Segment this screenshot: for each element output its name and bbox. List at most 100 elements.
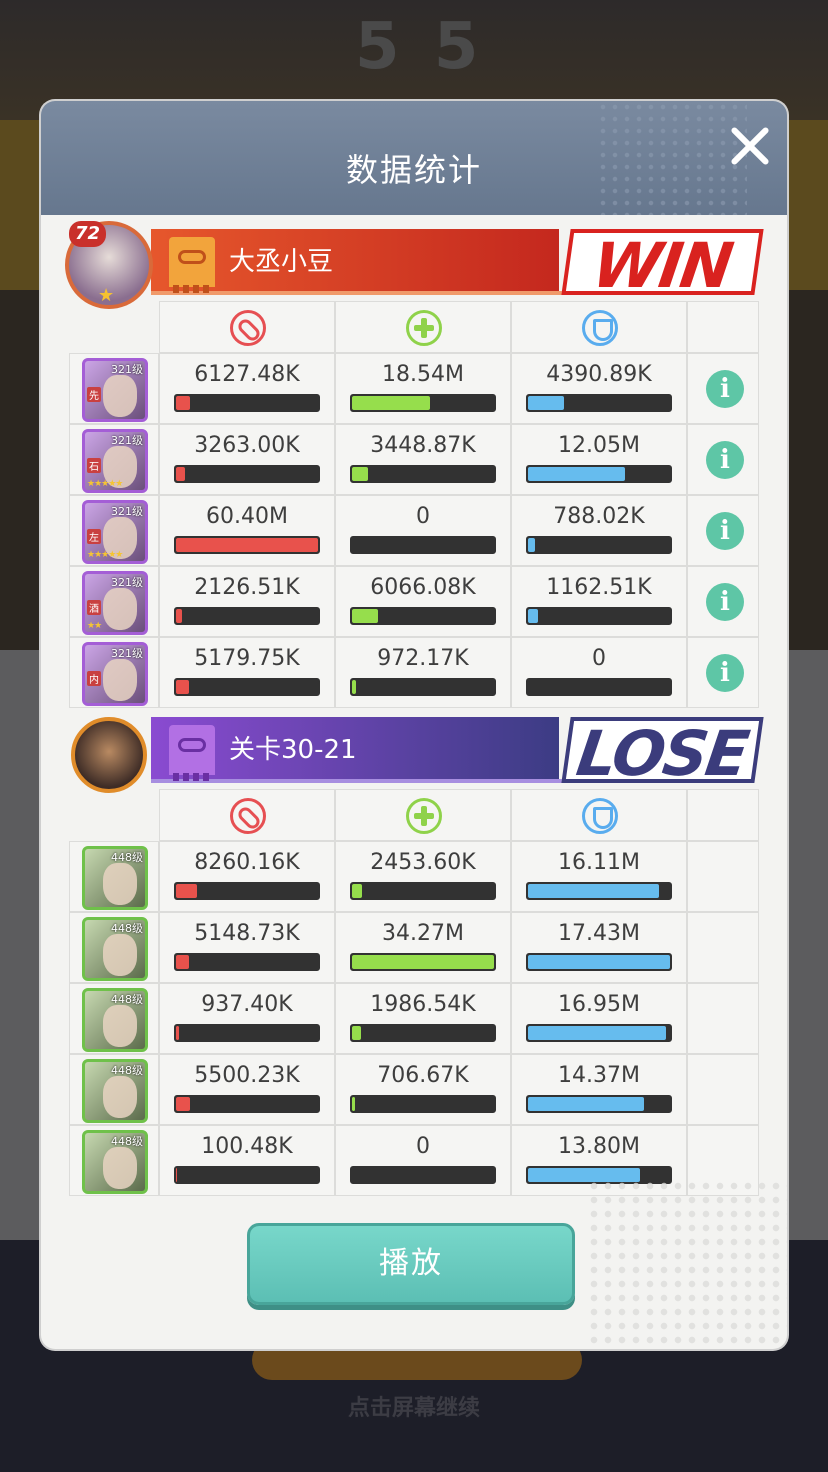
tank-bar-fill <box>528 1097 645 1111</box>
damage-value: 5179.75K <box>194 646 300 671</box>
info-icon[interactable]: i <box>706 654 744 692</box>
tank-cell: 16.11M <box>511 841 687 912</box>
hero-tag: 酒 <box>87 600 101 615</box>
damage-bar <box>174 953 320 971</box>
heal-bar-fill <box>352 1097 355 1111</box>
tank-bar-fill <box>528 955 670 969</box>
tank-bar-fill <box>528 884 659 898</box>
hero-avatar[interactable]: 321级内 <box>82 642 148 706</box>
heal-bar <box>350 678 496 696</box>
tank-value: 13.80M <box>558 1134 640 1159</box>
hero-avatar[interactable]: 448级 <box>82 846 148 910</box>
damage-bar <box>174 1095 320 1113</box>
hero-avatar[interactable]: 321级左 ★★★★★ <box>82 500 148 564</box>
background-hint: 点击屏幕继续 <box>347 1396 480 1421</box>
tank-bar-fill <box>528 396 564 410</box>
info-icon[interactable]: i <box>706 583 744 621</box>
damage-cell: 5148.73K <box>159 912 335 983</box>
tank-value: 16.11M <box>558 850 640 875</box>
tank-bar <box>526 465 672 483</box>
heal-cell: 0 <box>335 495 511 566</box>
hero-cell: 448级 <box>69 841 159 912</box>
hero-cell: 321级先 <box>69 353 159 424</box>
damage-value: 5148.73K <box>194 921 300 946</box>
tank-cell: 12.05M <box>511 424 687 495</box>
hero-tag: 内 <box>87 671 101 686</box>
player-star-icon: ★ <box>98 285 115 306</box>
hero-avatar[interactable]: 448级 <box>82 917 148 981</box>
hero-avatar[interactable]: 321级先 <box>82 358 148 422</box>
tank-bar-fill <box>528 609 538 623</box>
play-button[interactable]: 播放 <box>247 1223 575 1305</box>
damage-bar <box>174 607 320 625</box>
heal-bar <box>350 465 496 483</box>
tank-bar <box>526 1095 672 1113</box>
info-cell <box>687 912 759 983</box>
damage-value: 60.40M <box>206 504 288 529</box>
tank-value: 788.02K <box>553 504 645 529</box>
hero-face <box>103 934 137 976</box>
heal-bar <box>350 1024 496 1042</box>
damage-cell: 937.40K <box>159 983 335 1054</box>
info-cell: i <box>687 495 759 566</box>
hero-cell: 448级 <box>69 1054 159 1125</box>
info-icon[interactable]: i <box>706 370 744 408</box>
heal-bar <box>350 536 496 554</box>
hero-avatar[interactable]: 448级 <box>82 1059 148 1123</box>
tank-bar <box>526 607 672 625</box>
hero-cell: 448级 <box>69 1125 159 1196</box>
hero-stars: ★★★★★ <box>87 550 123 560</box>
header-cell <box>159 301 335 353</box>
shield-icon <box>582 798 618 834</box>
hero-face <box>103 588 137 630</box>
hero-face <box>103 659 137 701</box>
close-icon[interactable] <box>725 121 775 171</box>
heal-bar-fill <box>352 884 362 898</box>
sword-icon <box>230 798 266 834</box>
damage-bar <box>174 394 320 412</box>
damage-cell: 5179.75K <box>159 637 335 708</box>
hero-cell: 321级石 ★★★★★ <box>69 424 159 495</box>
damage-bar <box>174 465 320 483</box>
hero-cell: 448级 <box>69 912 159 983</box>
info-cell: i <box>687 353 759 424</box>
damage-bar-fill <box>176 680 189 694</box>
tank-bar-fill <box>528 1026 666 1040</box>
damage-bar <box>174 536 320 554</box>
damage-cell: 100.48K <box>159 1125 335 1196</box>
hero-avatar[interactable]: 448级 <box>82 988 148 1052</box>
hero-avatar[interactable]: 448级 <box>82 1130 148 1194</box>
player-level-badge: 72 <box>69 221 107 247</box>
background-score: 5 5 <box>355 10 485 84</box>
tank-bar <box>526 1024 672 1042</box>
heal-value: 0 <box>416 1134 430 1159</box>
heal-value: 706.67K <box>377 1063 469 1088</box>
hero-level: 448级 <box>111 993 143 1006</box>
hero-avatar[interactable]: 321级石 ★★★★★ <box>82 429 148 493</box>
damage-bar-fill <box>176 467 185 481</box>
tank-value: 12.05M <box>558 433 640 458</box>
info-icon[interactable]: i <box>706 441 744 479</box>
heal-value: 972.17K <box>377 646 469 671</box>
hero-avatar[interactable]: 321级酒 ★★ <box>82 571 148 635</box>
hero-face <box>103 375 137 417</box>
damage-value: 100.48K <box>201 1134 293 1159</box>
hero-cell: 321级内 <box>69 637 159 708</box>
damage-cell: 8260.16K <box>159 841 335 912</box>
heal-value: 0 <box>416 504 430 529</box>
damage-cell: 5500.23K <box>159 1054 335 1125</box>
hero-tag: 石 <box>87 458 101 473</box>
tank-value: 16.95M <box>558 992 640 1017</box>
team2-banner-underline <box>151 779 569 783</box>
hero-level: 321级 <box>111 505 143 518</box>
win-badge: WIN <box>561 229 764 302</box>
modal-header: 数据统计 <box>41 101 787 215</box>
damage-cell: 3263.00K <box>159 424 335 495</box>
hero-level: 321级 <box>111 434 143 447</box>
damage-bar-fill <box>176 1026 179 1040</box>
damage-bar-fill <box>176 955 189 969</box>
heal-bar-fill <box>352 609 378 623</box>
info-icon[interactable]: i <box>706 512 744 550</box>
heal-bar-fill <box>352 955 494 969</box>
info-cell <box>687 1054 759 1125</box>
